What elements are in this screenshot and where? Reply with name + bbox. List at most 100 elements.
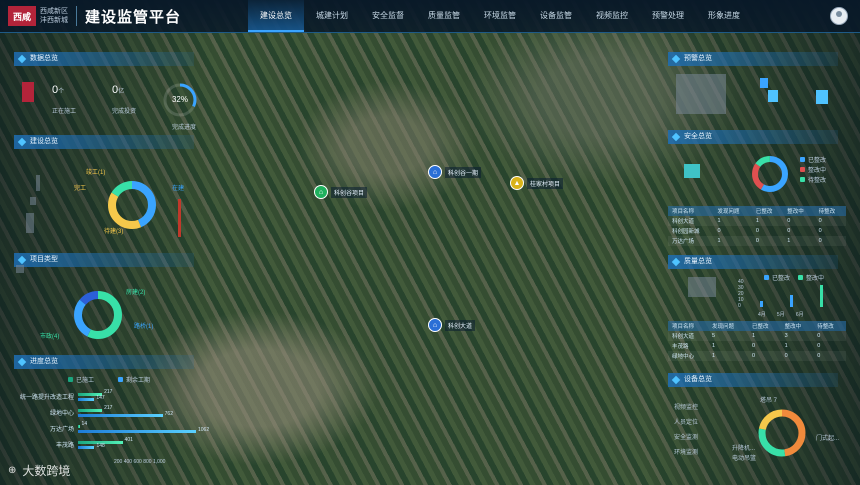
tab-overview[interactable]: 建设总览 (248, 0, 304, 32)
pixelated-block (688, 277, 716, 297)
stat-investment: 0亿 完成投资 (112, 84, 137, 115)
progress-bar-remaining (78, 398, 95, 401)
donut-label: 在建 (172, 186, 185, 192)
legend-swatch (36, 175, 40, 191)
progress-bar-row: 万达广场 14 1062 (14, 421, 209, 434)
tab-safety[interactable]: 安全监督 (360, 0, 416, 32)
safety-donut (752, 156, 788, 192)
quality-table: 项目名称 发现问题 已整改 整改中 待整改 科创大道 5 1 3 0 丰茂路 1 0 1 0 绿地中心 1… (668, 321, 846, 361)
project-icon (22, 82, 34, 102)
donut-label: 待建(3) (104, 229, 124, 235)
bar-label: 丰茂路 (55, 443, 74, 449)
list-item: 安全监测 (674, 435, 699, 441)
safety-overview-panel: 安全总览 已整改 整改中 待整改 项目名称 发现问题 已整改 整改中 待整改 科创大道 1… (668, 130, 848, 250)
donut-label: 完工 (74, 186, 87, 192)
donut-label: 竣工(1) (86, 170, 106, 176)
tab-environment[interactable]: 环境监管 (472, 0, 528, 32)
donut-label: 电动吊篮 (732, 456, 757, 462)
user-avatar-icon[interactable] (830, 7, 848, 25)
pixelated-block (768, 90, 778, 102)
panel-title: 安全总览 (668, 130, 838, 144)
map-marker[interactable]: ⌂ 科创谷一期 (428, 165, 482, 179)
legend-item: 整改中 (798, 273, 824, 282)
panel-title: 进度总览 (14, 355, 194, 369)
table-header-row: 项目名称 发现问题 已整改 整改中 待整改 (668, 206, 846, 216)
safety-legend: 已整改 整改中 待整改 (800, 156, 826, 186)
chart-bar (820, 285, 823, 307)
build-overview-panel: 建设总览 竣工(1) 完工 在建 待建(3) (14, 135, 214, 245)
map-marker[interactable]: ⌂ 科创大道 (428, 318, 476, 332)
progress-bar-row: 丰茂路 401 148 (14, 437, 204, 450)
bar-label: 统一路提升改造工程 (19, 395, 74, 401)
bar-value: 147 (96, 395, 105, 401)
bar-value: 217 (104, 405, 113, 411)
main-nav: 建设总览 城建计划 安全监督 质量监管 环境监管 设备监管 视频监控 预警处理 … (248, 0, 752, 32)
safety-table: 项目名称 发现问题 已整改 整改中 待整改 科创大道 1 1 0 0 科创园新城 0 0 0 0 万达广… (668, 206, 846, 246)
pixelated-block (684, 164, 700, 178)
tab-alerts[interactable]: 预警处理 (640, 0, 696, 32)
tab-plan[interactable]: 城建计划 (304, 0, 360, 32)
equipment-donut (758, 409, 806, 457)
tab-video[interactable]: 视频监控 (584, 0, 640, 32)
table-row: 科创大道 5 1 3 0 (668, 331, 846, 341)
accent-bar (178, 199, 181, 237)
progress-bar-remaining (78, 430, 196, 433)
map-marker[interactable]: ▲ 桂家村项目 (510, 176, 564, 190)
project-type-panel: 项目类型 房建(2) 市政(4) 路桥(1) (14, 253, 214, 348)
table-row: 绿地中心 1 0 0 0 (668, 351, 846, 361)
bar-value: 762 (164, 411, 173, 417)
panel-title: 建设总览 (14, 135, 194, 149)
bar-label: 万达广场 (49, 427, 74, 433)
chart-bar (760, 301, 763, 307)
table-row: 科创大道 1 1 0 0 (668, 216, 846, 226)
alert-overview-panel: 预警总览 (668, 52, 848, 122)
donut-label: 路桥(1) (134, 324, 154, 330)
panel-title: 项目类型 (14, 253, 194, 267)
progress-percent: 32% (172, 95, 188, 104)
stat-construction: 0个 正在施工 (52, 84, 77, 115)
donut-label: 塔吊 7 (760, 398, 778, 404)
map-marker[interactable]: ⌂ 科创谷项目 (314, 185, 368, 199)
quality-overview-panel: 质量总览 已整改 整改中 40 30 20 10 0 4月 5月 6月 项目名称 发现问题… (668, 255, 848, 370)
tab-progress-image[interactable]: 形象进度 (696, 0, 752, 32)
divider (76, 6, 77, 26)
list-item: 人员定位 (674, 420, 699, 426)
project-type-donut (74, 291, 122, 339)
x-axis: 200 400 600 800 1,000 (114, 459, 166, 465)
legend-swatch (26, 213, 34, 233)
bar-label: 绿地中心 (49, 411, 74, 417)
progress-bar-done (78, 425, 80, 428)
list-item: 环境监测 (674, 450, 699, 456)
progress-bar-remaining (78, 446, 95, 449)
tab-quality[interactable]: 质量监管 (416, 0, 472, 32)
donut-label: 市政(4) (40, 334, 60, 340)
watermark-logo-icon: ⊕ (8, 465, 17, 476)
data-overview-panel: 数据总览 0个 正在施工 0亿 完成投资 32% 完成进度 (14, 52, 214, 132)
top-bar: 西咸 西咸新区 沣西新城 建设监管平台 建设总览 城建计划 安全监督 质量监管 … (0, 0, 860, 33)
donut-label: 房建(2) (126, 290, 146, 296)
legend-item: 已施工 (68, 375, 94, 384)
progress-panel: 进度总览 已施工 剩余工期 统一路提升改造工程 217 147 绿地中心 217 762 万… (14, 355, 224, 470)
panel-title: 设备总览 (668, 373, 838, 387)
tab-equipment[interactable]: 设备监管 (528, 0, 584, 32)
construction-icon: ▲ (510, 176, 524, 190)
building-icon: ⌂ (428, 165, 442, 179)
panel-title: 预警总览 (668, 52, 838, 66)
x-axis: 4月 5月 6月 (758, 312, 804, 318)
org-name: 西咸新区 沣西新城 (40, 8, 68, 24)
logo-icon: 西咸 (8, 6, 36, 26)
pixelated-block (676, 74, 726, 114)
progress-bar-done (78, 409, 103, 412)
panel-title: 质量总览 (668, 255, 838, 269)
list-item: 视频监控 (674, 405, 699, 411)
progress-gauge: 32% (163, 83, 197, 117)
legend-item: 已整改 (764, 273, 790, 282)
table-row: 万达广场 1 0 1 0 (668, 236, 846, 246)
panel-title: 数据总览 (14, 52, 194, 66)
legend-item: 剩余工期 (118, 375, 150, 384)
bar-value: 14 (81, 421, 88, 427)
pixelated-block (816, 90, 828, 104)
progress-bar-row: 统一路提升改造工程 217 147 (14, 389, 204, 402)
bar-value: 148 (96, 443, 105, 449)
bar-value: 401 (124, 437, 133, 443)
